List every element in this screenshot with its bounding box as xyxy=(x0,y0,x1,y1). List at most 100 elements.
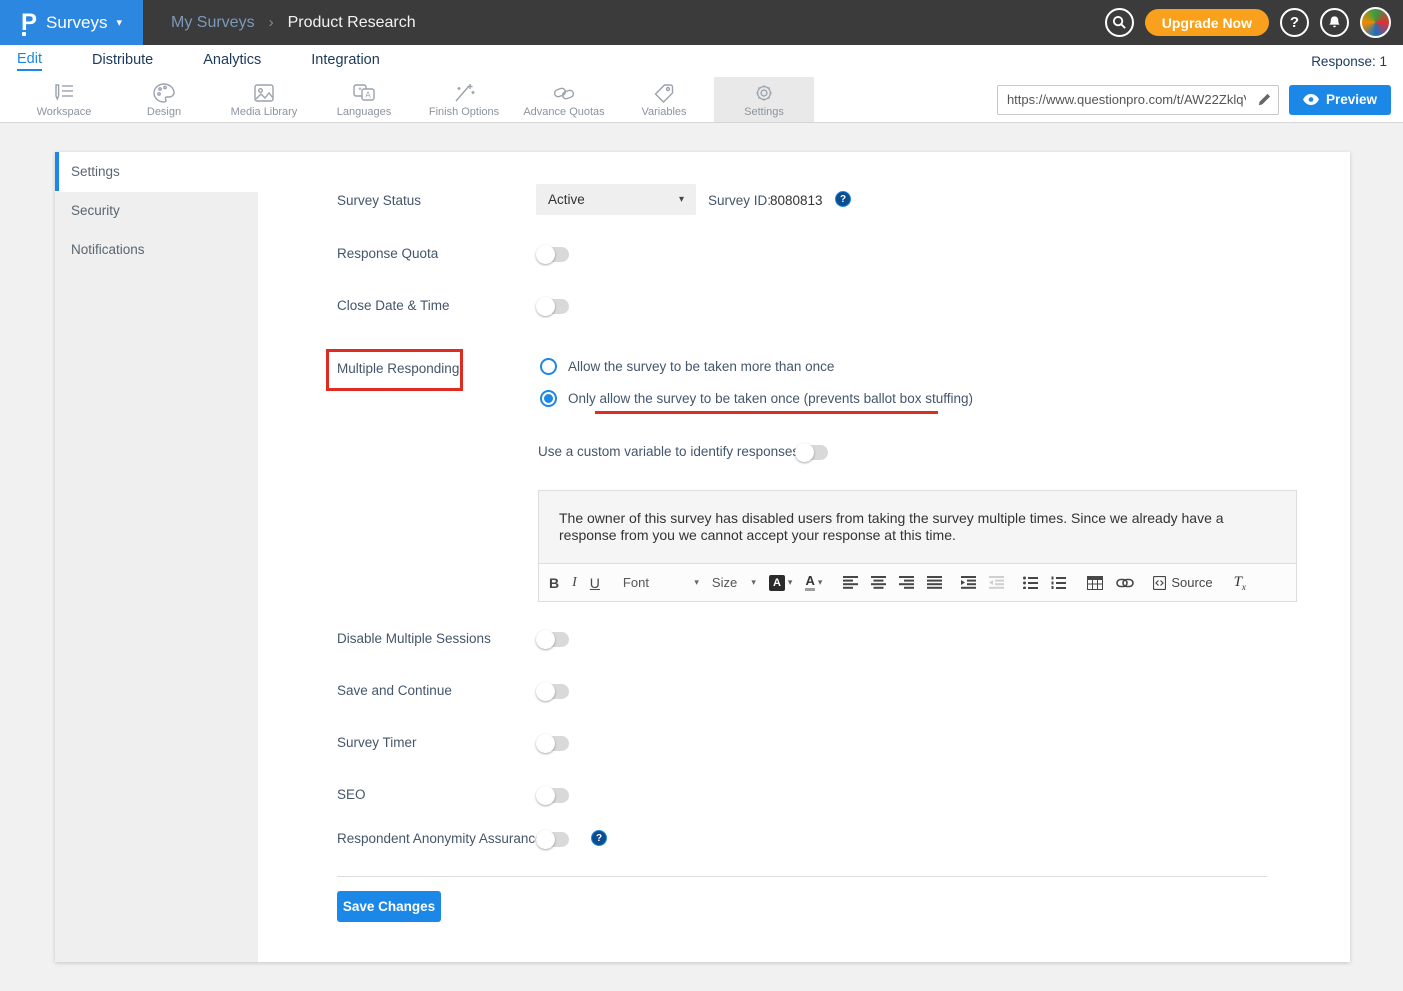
source-button[interactable]: Source xyxy=(1153,575,1212,590)
numbered-list-icon xyxy=(1051,576,1066,589)
outdent-button[interactable] xyxy=(989,576,1004,589)
align-left-button[interactable] xyxy=(843,576,858,589)
bullet-list-icon xyxy=(1023,576,1038,589)
chevron-down-icon: ▾ xyxy=(116,16,122,29)
text-color-icon: A xyxy=(805,574,814,591)
avatar[interactable] xyxy=(1360,7,1391,38)
radio-icon xyxy=(540,358,557,375)
save-and-continue-toggle[interactable] xyxy=(538,684,569,699)
breadcrumb-current: Product Research xyxy=(288,14,416,32)
tab-integration[interactable]: Integration xyxy=(311,52,380,70)
questionpro-logo-icon: P xyxy=(21,11,37,35)
radio-only-once[interactable]: Only allow the survey to be taken once (… xyxy=(540,390,973,407)
translate-icon: A* xyxy=(351,82,377,104)
insert-link-button[interactable] xyxy=(1116,578,1134,588)
bell-icon xyxy=(1327,15,1342,30)
disable-multiple-sessions-label: Disable Multiple Sessions xyxy=(337,631,491,646)
survey-timer-toggle[interactable] xyxy=(538,736,569,751)
custom-variable-label: Use a custom variable to identify respon… xyxy=(538,444,799,459)
response-quota-toggle[interactable] xyxy=(538,247,569,262)
seo-toggle[interactable] xyxy=(538,788,569,803)
toolbar-item-variables[interactable]: Variables xyxy=(614,77,714,122)
palette-icon xyxy=(152,82,176,104)
edit-url-button[interactable] xyxy=(1250,86,1278,114)
survey-url-input[interactable] xyxy=(998,92,1250,107)
notifications-button[interactable] xyxy=(1320,8,1349,37)
survey-status-select[interactable]: Active ▾ xyxy=(536,184,696,215)
save-changes-button[interactable]: Save Changes xyxy=(337,891,441,922)
svg-text:A: A xyxy=(365,90,371,99)
align-justify-button[interactable] xyxy=(927,576,942,589)
highlight-color-icon: A xyxy=(769,575,785,591)
numbered-list-button[interactable] xyxy=(1051,576,1066,589)
help-button[interactable]: ? xyxy=(1280,8,1309,37)
toolbar-item-workspace[interactable]: Workspace xyxy=(14,77,114,122)
respondent-anonymity-toggle[interactable] xyxy=(538,832,569,847)
toolbar-item-languages[interactable]: A* Languages xyxy=(314,77,414,122)
survey-nav: Edit Distribute Analytics Integration Re… xyxy=(0,45,1403,77)
survey-url-field xyxy=(997,85,1279,115)
svg-text:*: * xyxy=(358,85,362,95)
text-color-button[interactable]: A▾ xyxy=(805,574,822,591)
insert-table-button[interactable] xyxy=(1087,576,1103,590)
indent-icon xyxy=(961,576,976,589)
indent-button[interactable] xyxy=(961,576,976,589)
search-button[interactable] xyxy=(1105,8,1134,37)
chain-icon xyxy=(552,82,576,104)
pencil-icon xyxy=(1257,93,1271,107)
toolbar-item-media-library[interactable]: Media Library xyxy=(214,77,314,122)
toolbar-item-design[interactable]: Design xyxy=(114,77,214,122)
response-count[interactable]: Response: 1 xyxy=(1311,54,1387,69)
save-and-continue-label: Save and Continue xyxy=(337,683,452,698)
surveys-menu[interactable]: P Surveys ▾ xyxy=(0,0,143,45)
survey-id-help-icon[interactable]: ? xyxy=(835,191,851,207)
respondent-anonymity-label: Respondent Anonymity Assurance xyxy=(337,831,543,846)
tab-distribute[interactable]: Distribute xyxy=(92,52,153,70)
align-center-button[interactable] xyxy=(871,576,886,589)
response-quota-label: Response Quota xyxy=(337,246,438,261)
chevron-down-icon: ▾ xyxy=(788,577,793,588)
radio-allow-multiple[interactable]: Allow the survey to be taken more than o… xyxy=(540,358,834,375)
custom-variable-toggle[interactable] xyxy=(797,445,828,460)
tab-edit[interactable]: Edit xyxy=(17,51,42,71)
search-icon xyxy=(1112,15,1127,30)
top-bar: P Surveys ▾ My Surveys › Product Researc… xyxy=(0,0,1403,45)
align-left-icon xyxy=(843,576,858,589)
toolbar-item-advance-quotas[interactable]: Advance Quotas xyxy=(514,77,614,122)
toolbar-item-finish-options[interactable]: Finish Options xyxy=(414,77,514,122)
settings-main: Survey Status Active ▾ Survey ID: 808081… xyxy=(55,152,1350,962)
background-color-button[interactable]: A▾ xyxy=(769,575,793,591)
underline-button[interactable]: U xyxy=(590,575,600,591)
survey-timer-label: Survey Timer xyxy=(337,735,417,750)
remove-format-button[interactable]: Tx xyxy=(1234,574,1246,592)
italic-button[interactable]: I xyxy=(572,575,577,591)
align-right-button[interactable] xyxy=(899,576,914,589)
respondent-anonymity-help-icon[interactable]: ? xyxy=(591,830,607,846)
multiple-response-message[interactable]: The owner of this survey has disabled us… xyxy=(538,490,1297,563)
font-select[interactable]: Font▾ xyxy=(623,575,699,590)
close-date-toggle[interactable] xyxy=(538,299,569,314)
magic-wand-icon xyxy=(452,82,476,104)
source-doc-icon xyxy=(1153,576,1166,590)
toolbar-item-settings[interactable]: Settings xyxy=(714,77,814,122)
breadcrumb-separator-icon: › xyxy=(269,14,274,31)
eye-icon xyxy=(1303,94,1319,105)
gear-icon xyxy=(752,82,776,104)
outdent-icon xyxy=(989,576,1004,589)
breadcrumb-parent-link[interactable]: My Surveys xyxy=(171,14,255,32)
rich-text-toolbar: B I U Font▾ Size▾ A▾ A▾ Source xyxy=(538,563,1297,602)
bold-button[interactable]: B xyxy=(549,575,559,591)
preview-button[interactable]: Preview xyxy=(1289,85,1391,115)
bullet-list-button[interactable] xyxy=(1023,576,1038,589)
disable-multiple-sessions-toggle[interactable] xyxy=(538,632,569,647)
upgrade-now-button[interactable]: Upgrade Now xyxy=(1145,9,1269,36)
chevron-down-icon: ▾ xyxy=(679,194,684,205)
multiple-responding-label: Multiple Responding xyxy=(337,361,459,376)
size-select[interactable]: Size▾ xyxy=(712,575,756,590)
align-right-icon xyxy=(899,576,914,589)
tab-analytics[interactable]: Analytics xyxy=(203,52,261,70)
image-icon xyxy=(252,82,276,104)
align-justify-icon xyxy=(927,576,942,589)
annotation-red-underline xyxy=(595,411,938,414)
link-icon xyxy=(1116,578,1134,588)
